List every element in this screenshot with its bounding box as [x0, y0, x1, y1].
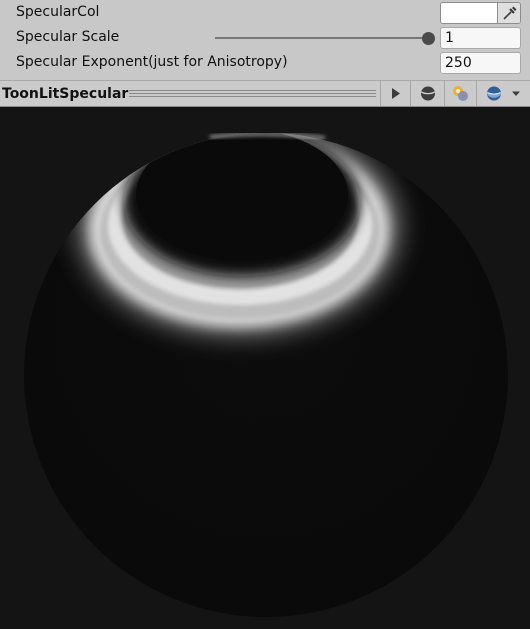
material-preview-viewport[interactable]	[0, 107, 530, 629]
preview-light-button[interactable]	[444, 81, 476, 106]
sphere-icon	[420, 86, 436, 101]
specular-color-row: SpecularCol	[0, 1, 530, 25]
specular-color-label: SpecularCol	[16, 4, 100, 20]
specular-scale-input[interactable]: 1	[440, 27, 521, 49]
specular-scale-label: Specular Scale	[16, 29, 120, 45]
play-icon	[392, 88, 400, 99]
specular-exponent-row: Specular Exponent(just for Anisotropy) 2…	[0, 51, 530, 75]
specular-color-field[interactable]	[440, 2, 521, 24]
play-button[interactable]	[380, 81, 410, 106]
material-inspector: SpecularCol Specular Scale 1 Specular Ex…	[0, 0, 530, 80]
preview-toolbar: ToonLitSpecular	[0, 80, 530, 107]
preview-mesh-dropdown[interactable]	[476, 81, 530, 106]
preview-title: ToonLitSpecular	[2, 86, 129, 102]
specular-scale-slider-track[interactable]	[215, 37, 427, 39]
eyedropper-icon	[503, 6, 517, 20]
dropdown-arrow-icon	[512, 91, 520, 96]
eyedropper-button[interactable]	[497, 3, 520, 23]
specular-exponent-input[interactable]: 250	[440, 52, 521, 74]
preview-sphere	[24, 133, 508, 617]
light-icon	[453, 86, 468, 101]
specular-exponent-label: Specular Exponent(just for Anisotropy)	[16, 54, 288, 70]
mesh-icon	[486, 86, 502, 101]
preview-lighting-button[interactable]	[410, 81, 444, 106]
preview-resize-handle[interactable]	[129, 90, 376, 98]
specular-scale-row: Specular Scale 1	[0, 26, 530, 50]
specular-scale-slider-thumb[interactable]	[422, 32, 435, 45]
specular-color-swatch[interactable]	[441, 3, 498, 23]
